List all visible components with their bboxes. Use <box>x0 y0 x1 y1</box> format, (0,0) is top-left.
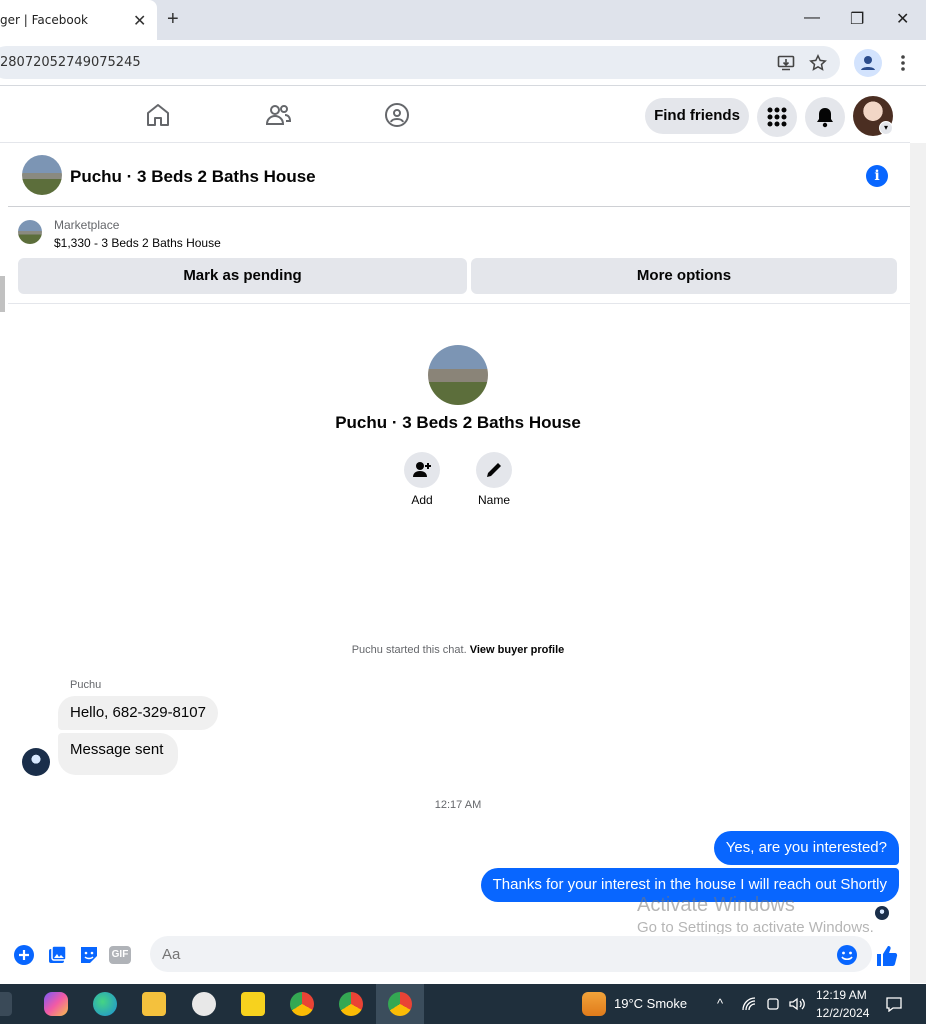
chrome-icon[interactable] <box>290 992 314 1016</box>
bookmark-star-icon[interactable] <box>809 54 827 72</box>
windows-taskbar: 19°C Smoke ^ 12:19 AM 12/2/2024 <box>0 984 926 1024</box>
info-icon[interactable]: i <box>866 165 888 187</box>
browser-tab[interactable]: ger | Facebook ✕ <box>0 0 157 40</box>
kebab-menu-icon[interactable] <box>896 53 910 73</box>
home-icon[interactable] <box>144 101 172 129</box>
more-options-button[interactable]: More options <box>471 258 897 294</box>
menu-grid-button[interactable] <box>757 97 797 137</box>
view-buyer-profile-link[interactable]: View buyer profile <box>470 644 565 656</box>
facebook-top-nav: Find friends ▾ <box>0 87 910 143</box>
conversation-title: Puchu · 3 Beds 2 Baths House <box>335 413 581 432</box>
chat-avatar[interactable] <box>22 155 62 195</box>
file-explorer-icon[interactable] <box>142 992 166 1016</box>
menu-grid-icon <box>767 107 787 127</box>
thumbs-up-icon[interactable] <box>875 944 899 968</box>
groups-icon[interactable] <box>383 101 411 129</box>
pencil-icon <box>487 463 501 477</box>
notifications-icon <box>817 108 833 128</box>
chrome-profile-icon[interactable] <box>339 992 363 1016</box>
friends-icon[interactable] <box>264 101 292 129</box>
weather-text[interactable]: 19°C Smoke <box>614 996 687 1011</box>
listing-thumbnail[interactable] <box>18 220 42 244</box>
listing-title[interactable]: $1,330 - 3 Beds 2 Baths House <box>54 236 221 250</box>
browser-profile-button[interactable] <box>854 49 882 77</box>
profile-person-icon <box>861 56 875 70</box>
notification-center-icon[interactable] <box>885 996 903 1012</box>
activate-windows-watermark: Activate Windows <box>637 894 795 916</box>
plus-circle-icon[interactable] <box>13 944 35 966</box>
chat-title[interactable]: Puchu · 3 Beds 2 Baths House <box>70 167 316 187</box>
add-person-icon <box>413 462 431 477</box>
url-text[interactable]: 28072052749075245 <box>0 55 141 70</box>
task-view-icon[interactable] <box>0 992 12 1016</box>
page-scrollbar[interactable] <box>910 143 926 983</box>
sender-avatar[interactable] <box>22 748 50 776</box>
photo-icon[interactable] <box>46 944 68 966</box>
find-friends-button[interactable]: Find friends <box>645 98 749 134</box>
incoming-message[interactable]: Message sent <box>58 733 178 775</box>
name-button[interactable] <box>476 452 512 488</box>
network-icon[interactable] <box>741 996 759 1012</box>
chat-started-notice: Puchu started this chat. View buyer prof… <box>0 644 916 656</box>
new-tab-button[interactable]: + <box>167 8 179 31</box>
emoji-icon[interactable] <box>836 944 858 966</box>
message-timestamp: 12:17 AM <box>434 799 482 811</box>
minimize-button[interactable]: — <box>804 9 820 27</box>
notifications-button[interactable] <box>805 97 845 137</box>
weather-icon[interactable] <box>582 992 606 1016</box>
account-chevron-down-icon[interactable]: ▾ <box>879 121 893 135</box>
sender-name: Puchu <box>70 679 102 691</box>
name-label: Name <box>477 493 510 507</box>
gif-button[interactable]: GIF <box>109 946 131 964</box>
clock-time[interactable]: 12:19 AM <box>816 988 867 1002</box>
address-bar-row: 28072052749075245 <box>0 40 926 86</box>
edge-icon[interactable] <box>93 992 117 1016</box>
message-composer: GIF <box>8 934 910 980</box>
chat-header: Puchu · 3 Beds 2 Baths House i <box>8 145 910 207</box>
paint-icon[interactable] <box>192 992 216 1016</box>
clock-date[interactable]: 12/2/2024 <box>816 1006 869 1020</box>
tab-title: ger | Facebook <box>0 13 88 27</box>
marketplace-label: Marketplace <box>54 218 120 232</box>
tab-close-icon[interactable]: ✕ <box>133 11 146 31</box>
volume-icon[interactable] <box>788 996 806 1012</box>
copilot-icon[interactable] <box>44 992 68 1016</box>
outgoing-message[interactable]: Yes, are you interested? <box>713 831 899 865</box>
chat-started-text: Puchu started this chat. <box>351 644 470 656</box>
browser-tabstrip: ger | Facebook ✕ + — ❐ ✕ <box>0 0 926 40</box>
marketplace-listing-bar: Marketplace $1,330 - 3 Beds 2 Baths Hous… <box>8 208 910 304</box>
active-taskbar-item[interactable] <box>376 984 424 1024</box>
mark-as-pending-button[interactable]: Mark as pending <box>18 258 467 294</box>
install-app-icon[interactable] <box>777 54 795 72</box>
conversation-avatar <box>428 345 488 405</box>
address-bar[interactable]: 28072052749075245 <box>0 46 840 79</box>
add-person-button[interactable] <box>404 452 440 488</box>
read-receipt-avatar <box>875 906 889 920</box>
incoming-message[interactable]: Hello, 682-329-8107 <box>58 696 218 730</box>
sticker-icon[interactable] <box>78 944 100 966</box>
sticky-notes-icon[interactable] <box>241 992 265 1016</box>
window-close-button[interactable]: ✕ <box>896 9 909 29</box>
show-hidden-icons-icon[interactable]: ^ <box>717 996 723 1011</box>
restore-button[interactable]: ❐ <box>850 9 864 29</box>
chrome-active-icon <box>388 992 412 1016</box>
power-icon[interactable] <box>765 996 781 1012</box>
add-label: Add <box>411 493 433 507</box>
sidebar-scrollbar-thumb[interactable] <box>0 276 5 312</box>
message-input[interactable] <box>150 936 872 972</box>
